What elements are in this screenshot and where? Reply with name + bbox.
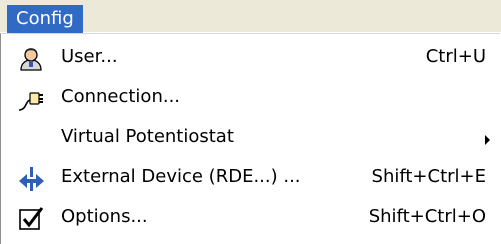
menu-config[interactable]: Config — [7, 5, 83, 33]
menu-item-user[interactable]: User... Ctrl+U — [1, 41, 500, 77]
config-dropdown-menu: User... Ctrl+U Connection... Virtual Pot… — [0, 33, 500, 244]
menu-item-shortcut: Shift+Ctrl+O — [368, 206, 486, 227]
menu-bar: Config — [0, 0, 501, 33]
menu-item-connection[interactable]: Connection... — [1, 81, 500, 117]
submenu-arrow-icon — [485, 135, 490, 145]
options-checkbox-icon — [17, 206, 45, 232]
menu-item-label: Connection... — [61, 86, 181, 107]
menu-item-virtual-potentiostat[interactable]: Virtual Potentiostat — [1, 121, 500, 157]
menu-item-shortcut: Ctrl+U — [425, 46, 486, 67]
menu-item-options[interactable]: Options... Shift+Ctrl+O — [1, 201, 500, 237]
menu-item-label: User... — [61, 46, 118, 67]
user-icon — [17, 46, 45, 72]
connection-plug-icon — [17, 86, 45, 112]
menu-item-external-device[interactable]: External Device (RDE...) ... Shift+Ctrl+… — [1, 161, 500, 197]
menu-item-shortcut: Shift+Ctrl+E — [371, 166, 486, 187]
external-device-icon — [17, 166, 45, 192]
menu-item-label: Virtual Potentiostat — [61, 126, 234, 147]
menu-item-label: Options... — [61, 206, 148, 227]
menu-item-label: External Device (RDE...) ... — [61, 166, 301, 187]
